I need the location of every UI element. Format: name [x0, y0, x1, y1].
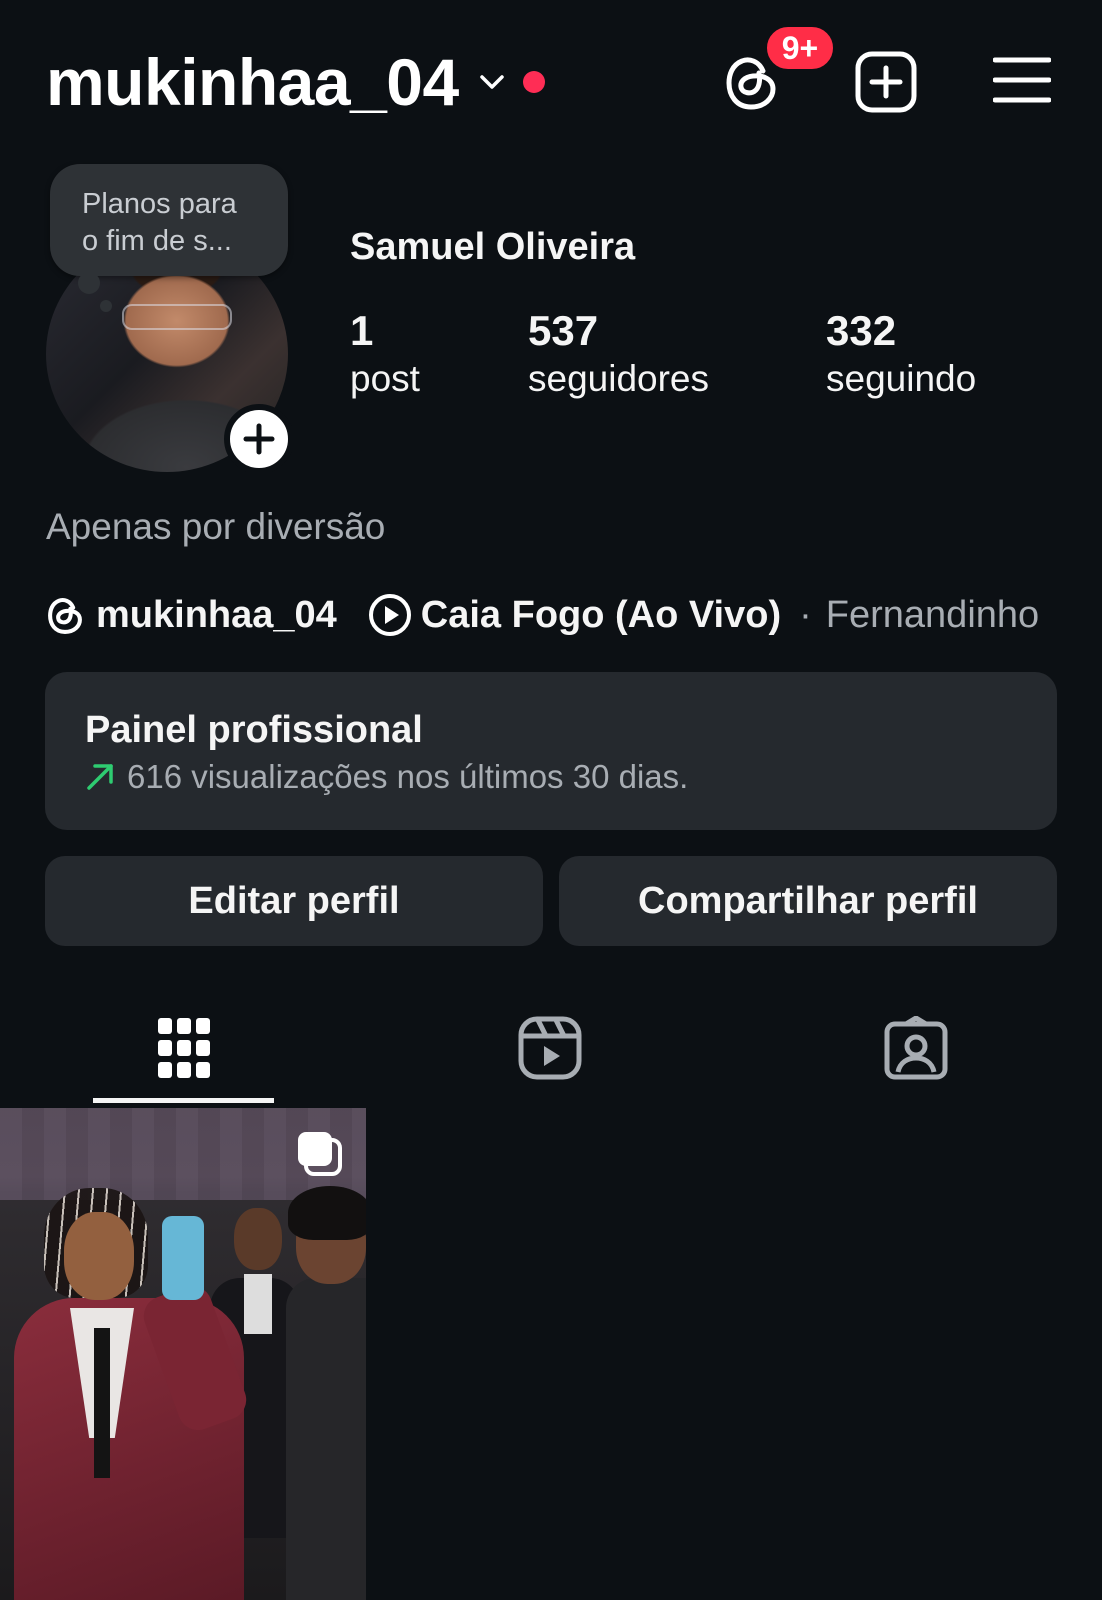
create-icon — [855, 51, 917, 113]
followers-label: seguidores — [528, 358, 710, 399]
posts-label: post — [350, 358, 420, 399]
note-text-line1: Planos para — [82, 188, 237, 220]
chevron-down-icon[interactable] — [477, 67, 507, 97]
professional-dashboard[interactable]: Painel profissional 616 visualizações no… — [45, 672, 1057, 830]
reels-icon — [518, 1016, 582, 1080]
grid-icon — [158, 1018, 210, 1078]
threads-profile-link[interactable]: mukinhaa_04 — [46, 594, 337, 637]
bio: Apenas por diversão — [46, 506, 386, 547]
plus-icon — [243, 423, 275, 455]
posts-count: 1 — [350, 307, 374, 354]
photo-person-3-body — [286, 1278, 366, 1600]
profile-music[interactable]: Caia Fogo (Ao Vivo) · Fernandinho — [367, 592, 1039, 638]
edit-profile-button[interactable]: Editar perfil — [45, 856, 543, 946]
tab-reels[interactable] — [500, 1006, 600, 1090]
active-tab-indicator — [93, 1098, 274, 1103]
tab-tagged[interactable] — [866, 1006, 966, 1090]
followers-stat[interactable]: 537 seguidores — [528, 306, 709, 402]
photo-main-person-face — [64, 1212, 134, 1300]
share-profile-button[interactable]: Compartilhar perfil — [559, 856, 1057, 946]
menu-button[interactable] — [992, 52, 1052, 108]
profile-links-row: mukinhaa_04 Caia Fogo (Ao Vivo) · Fernan… — [46, 590, 1039, 640]
tagged-icon — [884, 1016, 948, 1080]
play-circle-icon — [368, 594, 411, 636]
post-thumbnail[interactable] — [0, 1108, 366, 1600]
note-text-line2: o fim de s... — [82, 225, 232, 257]
tab-posts-grid[interactable] — [134, 1006, 234, 1090]
multiple-photos-icon — [298, 1132, 342, 1176]
dashboard-title: Painel profissional — [85, 709, 423, 751]
menu-icon — [993, 57, 1051, 103]
dashboard-views-text: 616 visualizações nos últimos 30 dias. — [127, 758, 689, 795]
following-label: seguindo — [826, 358, 977, 399]
note-bubble-tail — [78, 272, 100, 294]
full-name: Samuel Oliveira — [350, 226, 636, 268]
account-switcher[interactable]: mukinhaa_04 — [46, 42, 545, 122]
add-story-button[interactable] — [224, 404, 294, 474]
username[interactable]: mukinhaa_04 — [46, 44, 459, 120]
threads-icon — [48, 597, 82, 634]
following-count: 332 — [826, 307, 897, 354]
avatar-glasses — [122, 304, 232, 330]
song-artist: Fernandinho — [825, 593, 1040, 636]
music-separator: · — [799, 593, 812, 636]
followers-count: 537 — [528, 307, 599, 354]
photo-phone — [162, 1216, 204, 1300]
following-stat[interactable]: 332 seguindo — [826, 306, 976, 402]
photo-person-2-shirt — [244, 1274, 272, 1334]
trend-up-arrow-icon — [87, 764, 113, 790]
threads-handle: mukinhaa_04 — [96, 593, 337, 636]
posts-stat[interactable]: 1 post — [350, 306, 420, 402]
photo-person-2-head — [234, 1208, 282, 1270]
note-bubble[interactable]: Planos para o fim de s... — [50, 164, 288, 276]
create-button[interactable] — [854, 50, 918, 114]
song-title: Caia Fogo (Ao Vivo) — [420, 593, 782, 636]
profile-page: mukinhaa_04 9+ Planos para o fim de s...… — [0, 0, 1102, 1600]
photo-main-person-tie — [94, 1328, 110, 1478]
notification-badge[interactable]: 9+ — [764, 24, 836, 72]
dashboard-subtitle-row: 616 visualizações nos últimos 30 dias. — [85, 758, 1057, 796]
photo-person-3-hair — [288, 1186, 366, 1240]
note-bubble-tail-small — [100, 300, 112, 312]
top-bar: mukinhaa_04 9+ — [0, 0, 1102, 160]
unread-dot — [522, 71, 545, 93]
